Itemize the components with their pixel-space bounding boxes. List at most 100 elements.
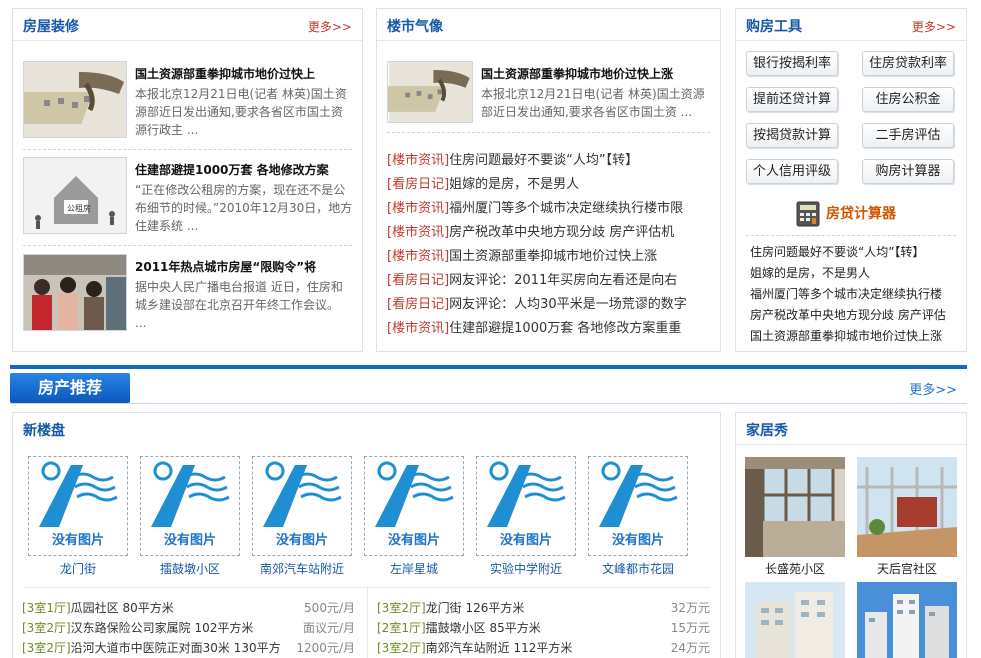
new-home-card[interactable]: 没有图片 左岸星城 <box>364 456 464 577</box>
home-show-card[interactable] <box>745 582 845 658</box>
list-item[interactable]: [楼市资讯]住建部避提1000万套 各地修改方案重重 <box>387 317 717 341</box>
news-desc: 本报北京12月21日电(记者 林英)国土资源部近日发出通知,要求各省区市国土资源… <box>135 87 347 137</box>
no-image-placeholder[interactable]: 没有图片 <box>252 456 352 556</box>
list-item[interactable]: [3室2厅]汉东路保险公司家属院 102平方米 面议元/月 <box>22 618 355 638</box>
recommend-banner: 房产推荐 更多>> <box>10 365 967 405</box>
no-image-label: 没有图片 <box>275 533 328 548</box>
divider <box>23 149 352 150</box>
divider <box>23 245 352 246</box>
new-home-card[interactable]: 没有图片 南郊汽车站附近 <box>252 456 352 577</box>
list-item[interactable]: [3室2厅]沿河大道市中医院正对面30米 130平方 1200元/月 <box>22 638 355 658</box>
no-image-placeholder[interactable]: 没有图片 <box>364 456 464 556</box>
tool-button-bank-rate[interactable]: 银行按揭利率 <box>746 51 838 76</box>
list-item[interactable]: [2室1厅]擂鼓墩小区 85平方米 15万元 <box>377 618 710 638</box>
tool-button-prepay[interactable]: 提前还贷计算 <box>746 87 838 112</box>
no-image-placeholder[interactable]: 没有图片 <box>476 456 576 556</box>
no-image-label: 没有图片 <box>499 533 552 548</box>
home-show-card[interactable]: 长盛苑小区 <box>745 457 845 577</box>
decor-title: 房屋装修 <box>23 19 79 35</box>
news-title[interactable]: 2011年热点城市房屋“限购令”将 <box>135 258 316 275</box>
home-photo[interactable] <box>857 582 957 658</box>
no-image-placeholder[interactable]: 没有图片 <box>28 456 128 556</box>
new-home-name[interactable]: 龙门街 <box>28 560 128 577</box>
recommend-title: 房产推荐 <box>10 373 130 403</box>
rental-list: [3室1厅]瓜园社区 80平方米 500元/月 [3室2厅]汉东路保险公司家属院 … <box>22 598 355 658</box>
market-news-list: [楼市资讯]住房问题最好不要谈“人均”【转】 [看房日记]姐嫁的是房，不是男人 … <box>387 149 717 341</box>
list-item[interactable]: [看房日记]网友评论：人均30平米是一场荒谬的数字 <box>387 293 717 317</box>
list-item[interactable]: [楼市资讯]国土资源部重拳抑城市地价过快上涨 <box>387 245 717 269</box>
svg-text:公租房: 公租房 <box>67 203 91 213</box>
decor-news-item[interactable]: 2011年热点城市房屋“限购令”将 据中央人民广播电台报道 近日，住房和城乡建设… <box>23 254 353 332</box>
market-header: 楼市气像 <box>377 9 720 41</box>
news-thumbnail[interactable] <box>387 61 473 123</box>
home-show-name[interactable]: 长盛苑小区 <box>745 560 845 577</box>
tool-button-credit-rating[interactable]: 个人信用评级 <box>746 159 838 184</box>
tools-panel: 购房工具 更多>> 银行按揭利率 住房贷款利率 提前还贷计算 住房公积金 按揭贷… <box>735 8 967 352</box>
divider <box>10 403 967 404</box>
tool-button-mortgage-calc[interactable]: 按揭贷款计算 <box>746 123 838 148</box>
news-thumbnail[interactable] <box>23 61 127 138</box>
new-home-card[interactable]: 没有图片 龙门街 <box>28 456 128 577</box>
list-item[interactable]: 姐嫁的是房，不是男人 <box>750 263 960 284</box>
list-item[interactable]: 福州厦门等多个城市决定继续执行楼 <box>750 284 960 305</box>
tool-button-provident-fund[interactable]: 住房公积金 <box>862 87 954 112</box>
tool-button-purchase-calc[interactable]: 购房计算器 <box>862 159 954 184</box>
list-item[interactable]: [看房日记]姐嫁的是房，不是男人 <box>387 173 717 197</box>
market-title: 楼市气像 <box>387 19 443 35</box>
home-photo[interactable] <box>745 582 845 658</box>
no-image-placeholder[interactable]: 没有图片 <box>588 456 688 556</box>
list-item[interactable]: [3室1厅]瓜园社区 80平方米 500元/月 <box>22 598 355 618</box>
calculator-icon <box>796 201 820 230</box>
new-home-name[interactable]: 实验中学附近 <box>476 560 576 577</box>
home-show-header: 家居秀 <box>736 413 966 445</box>
new-homes-title: 新楼盘 <box>23 423 65 439</box>
list-item[interactable]: [3室2厅]龙门街 126平方米 32万元 <box>377 598 710 618</box>
list-item[interactable]: 房产税改革中央地方现分歧 房产评估 <box>750 305 960 326</box>
home-show-card[interactable]: 天后宫社区 <box>857 457 957 577</box>
tool-button-loan-rate[interactable]: 住房贷款利率 <box>862 51 954 76</box>
news-title[interactable]: 国土资源部重拳抑城市地价过快上 <box>135 65 315 82</box>
no-image-label: 没有图片 <box>611 533 664 548</box>
decor-panel: 房屋装修 更多>> 国土资源部重拳抑城市地价过快上 本报北京12月21日电(记者… <box>12 8 363 352</box>
list-item[interactable]: 国土资源部重拳抑城市地价过快上涨 <box>750 326 960 347</box>
home-show-name[interactable]: 天后宫社区 <box>857 560 957 577</box>
news-thumbnail[interactable]: 公租房 <box>23 157 127 234</box>
home-show-title: 家居秀 <box>746 423 788 439</box>
no-image-placeholder[interactable]: 没有图片 <box>140 456 240 556</box>
news-desc: “正在修改公租房的方案，现在还不是公布细节的时候。”2010年12月30日，地方… <box>135 183 353 233</box>
list-item[interactable]: [3室2厅]南郊汽车站附近 112平方米 24万元 <box>377 638 710 658</box>
news-desc: 据中央人民广播电台报道 近日，住房和城乡建设部在北京召开年终工作会议。 ... <box>135 280 343 330</box>
market-feature[interactable]: 国土资源部重拳抑城市地价过快上涨 本报北京12月21日电(记者 林英)国土资源部… <box>387 61 717 139</box>
list-item[interactable]: 住房问题最好不要谈“人均”【转】 <box>750 242 960 263</box>
new-home-card[interactable]: 没有图片 实验中学附近 <box>476 456 576 577</box>
recommend-more-link[interactable]: 更多>> <box>909 379 957 398</box>
list-item[interactable]: [楼市资讯]福州厦门等多个城市决定继续执行楼市限 <box>387 197 717 221</box>
no-image-label: 没有图片 <box>387 533 440 548</box>
decor-news-item[interactable]: 国土资源部重拳抑城市地价过快上 本报北京12月21日电(记者 林英)国土资源部近… <box>23 61 353 139</box>
decor-more-link[interactable]: 更多>> <box>308 18 352 35</box>
news-title[interactable]: 住建部避提1000万套 各地修改方案 <box>135 161 329 178</box>
new-home-name[interactable]: 文峰都市花园 <box>588 560 688 577</box>
divider <box>746 235 956 236</box>
divider <box>387 132 710 133</box>
news-title[interactable]: 国土资源部重拳抑城市地价过快上涨 <box>481 65 673 82</box>
list-item[interactable]: [楼市资讯]住房问题最好不要谈“人均”【转】 <box>387 149 717 173</box>
divider <box>367 587 368 658</box>
new-home-card[interactable]: 没有图片 擂鼓墩小区 <box>140 456 240 577</box>
market-panel: 楼市气像 国土资源部重拳抑城市地价过快上涨 本报北京12月21日电(记者 林英)… <box>376 8 721 352</box>
tool-button-resale-eval[interactable]: 二手房评估 <box>862 123 954 148</box>
decor-news-item[interactable]: 公租房 住建部避提1000万套 各地修改方案 “正在修改公租房的方案，现在还不是… <box>23 157 353 235</box>
list-item[interactable]: [看房日记]网友评论：2011年买房向左看还是向右 <box>387 269 717 293</box>
home-photo[interactable] <box>745 457 845 557</box>
home-photo[interactable] <box>857 457 957 557</box>
new-home-card[interactable]: 没有图片 文峰都市花园 <box>588 456 688 577</box>
loan-calculator-label[interactable]: 房贷计算器 <box>826 203 896 223</box>
new-home-name[interactable]: 南郊汽车站附近 <box>252 560 352 577</box>
news-thumbnail[interactable] <box>23 254 127 331</box>
list-item[interactable]: [楼市资讯]房产税改革中央地方现分歧 房产评估机 <box>387 221 717 245</box>
home-show-card[interactable] <box>857 582 957 658</box>
new-home-name[interactable]: 擂鼓墩小区 <box>140 560 240 577</box>
tools-more-link[interactable]: 更多>> <box>912 18 956 35</box>
new-home-name[interactable]: 左岸星城 <box>364 560 464 577</box>
news-desc: 本报北京12月21日电(记者 林英)国土资源部近日发出通知,要求各省区市国土资 … <box>481 87 705 119</box>
